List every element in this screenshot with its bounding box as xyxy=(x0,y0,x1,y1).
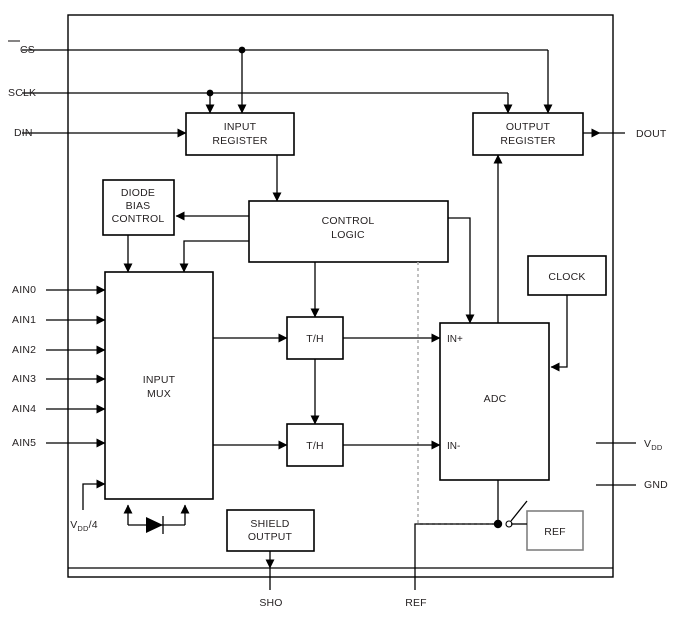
clock-label: CLOCK xyxy=(548,271,585,283)
pin-label-vdd: VDD xyxy=(644,438,663,452)
block-shield-output: SHIELD OUTPUT xyxy=(226,509,315,552)
vdd-subscript: DD xyxy=(651,443,663,452)
adc-label: ADC xyxy=(484,393,507,405)
wire-control-logic-to-adc xyxy=(448,217,475,324)
diode-bias-control-label-line1: DIODE xyxy=(121,187,155,199)
pin-label-sho: SHO xyxy=(259,597,282,609)
block-input-register: INPUT REGISTER xyxy=(185,112,295,156)
output-register-label-line1: OUTPUT xyxy=(506,121,551,133)
pin-label-ain5: AIN5 xyxy=(12,437,36,449)
block-diode-bias-control: DIODE BIAS CONTROL xyxy=(102,179,175,236)
vdd-over-4-suffix: /4 xyxy=(89,519,98,531)
block-output-register: OUTPUT REGISTER xyxy=(472,112,584,156)
shield-output-label-line1: SHIELD xyxy=(250,518,289,530)
vdd-base: V xyxy=(644,438,651,450)
input-mux-label-line1: INPUT xyxy=(143,374,176,386)
wires-analog-inputs xyxy=(46,285,106,448)
shield-output-label-line2: OUTPUT xyxy=(248,531,293,543)
pin-label-ain0: AIN0 xyxy=(12,284,36,296)
pin-label-din: DIN xyxy=(14,127,33,139)
functional-block-diagram: INPUT REGISTER OUTPUT REGISTER DIODE BIA… xyxy=(0,0,678,619)
wire-clock-to-adc xyxy=(550,295,568,372)
block-diagram-canvas: INPUT REGISTER OUTPUT REGISTER DIODE BIA… xyxy=(8,14,668,609)
wire-ref-pin xyxy=(414,523,494,590)
pin-label-ain3: AIN3 xyxy=(12,373,36,385)
block-adc: ADC IN+ IN- xyxy=(439,322,550,481)
wire-vdd-over-4 xyxy=(82,479,106,510)
diode-bias-control-label-line3: CONTROL xyxy=(112,213,165,225)
block-control-logic: CONTROL LOGIC xyxy=(248,200,449,263)
block-clock: CLOCK xyxy=(527,255,607,296)
track-hold-positive-label: T/H xyxy=(306,333,324,345)
pin-label-ain4: AIN4 xyxy=(12,403,36,415)
wire-sclk xyxy=(22,89,513,114)
track-hold-negative-label: T/H xyxy=(306,440,324,452)
control-logic-label-line1: CONTROL xyxy=(322,215,375,227)
pin-label-gnd: GND xyxy=(644,479,668,491)
cs-label-text: CS xyxy=(20,44,35,56)
pin-label-cs: CS xyxy=(8,40,35,56)
adc-port-in-positive: IN+ xyxy=(447,334,463,345)
adc-port-in-negative: IN- xyxy=(447,441,460,452)
wire-control-logic-to-mux xyxy=(179,240,249,273)
pin-label-ain1: AIN1 xyxy=(12,314,36,326)
block-input-mux: INPUT MUX xyxy=(104,271,214,500)
reference-label: REF xyxy=(544,526,566,538)
pin-label-ref: REF xyxy=(405,597,427,609)
input-mux-label-line2: MUX xyxy=(147,388,171,400)
pin-label-dout: DOUT xyxy=(636,128,667,140)
mux-esd-diode xyxy=(123,504,190,534)
block-track-hold-positive: T/H xyxy=(286,316,344,360)
vdd-over-4-subscript: DD xyxy=(77,524,89,533)
input-register-label-line2: REGISTER xyxy=(212,135,267,147)
control-logic-label-line2: LOGIC xyxy=(331,229,365,241)
ref-switch xyxy=(493,500,528,529)
pin-label-vdd-over-4: VDD/4 xyxy=(70,519,98,533)
block-track-hold-negative: T/H xyxy=(286,423,344,467)
pin-label-ain2: AIN2 xyxy=(12,344,36,356)
wire-cs xyxy=(22,46,553,114)
pin-label-sclk: SCLK xyxy=(8,87,36,99)
ref-node-dot xyxy=(493,519,503,529)
diode-bias-control-label-line2: BIAS xyxy=(126,200,151,212)
block-reference: REF xyxy=(526,510,584,551)
output-register-label-line2: REGISTER xyxy=(500,135,555,147)
input-register-label-line1: INPUT xyxy=(224,121,257,133)
vdd-over-4-base: V xyxy=(70,519,77,531)
